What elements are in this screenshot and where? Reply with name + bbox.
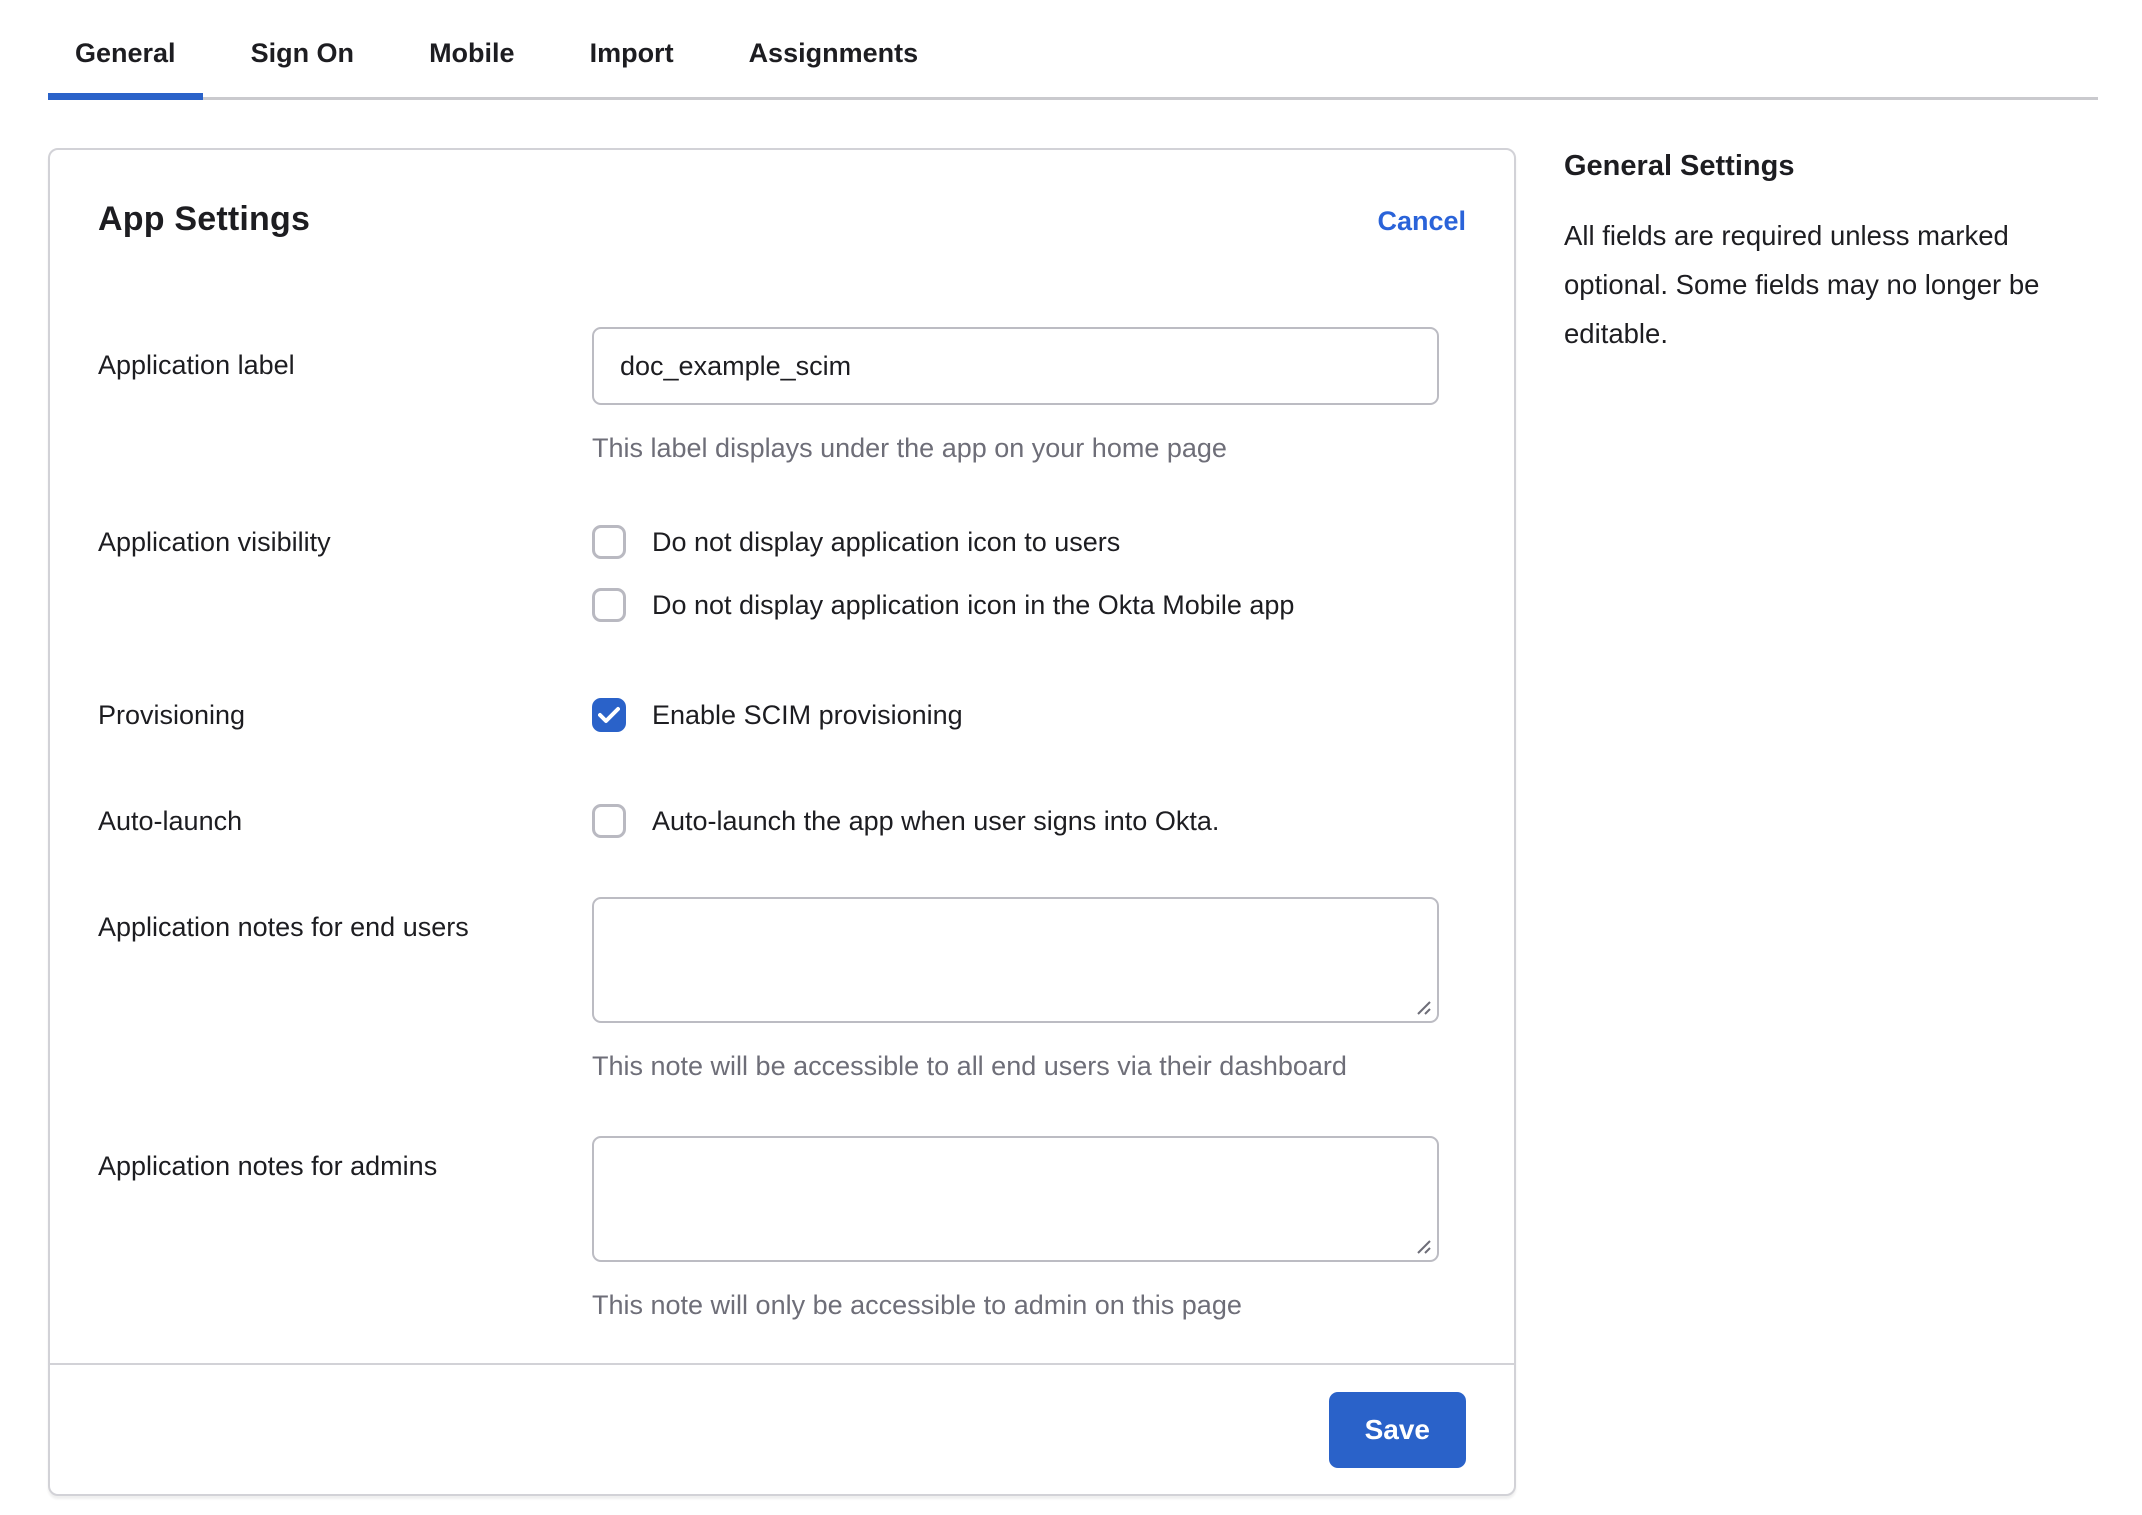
application-label-label: Application label — [98, 327, 592, 403]
tab-import[interactable]: Import — [563, 38, 701, 97]
notes-admins-helper: This note will only be accessible to adm… — [592, 1289, 1439, 1321]
card-body: Application label This label displays un… — [50, 327, 1514, 1321]
checkbox-checked-icon[interactable] — [592, 698, 626, 732]
notes-end-users-textarea[interactable] — [592, 897, 1439, 1023]
checkbox-unchecked-icon[interactable] — [592, 525, 626, 559]
application-visibility-label: Application visibility — [98, 524, 592, 560]
check-icon — [598, 706, 620, 724]
form-row-notes-end-users: Application notes for end users This not… — [98, 897, 1466, 1082]
form-row-auto-launch: Auto-launch Auto-launch the app when use… — [98, 803, 1466, 839]
checkbox-label: Do not display application icon in the O… — [652, 587, 1294, 623]
card-header: App Settings Cancel — [50, 150, 1514, 239]
general-settings-help-panel: General Settings All fields are required… — [1564, 148, 2098, 358]
card-title: App Settings — [98, 200, 310, 239]
checkbox-enable-scim[interactable]: Enable SCIM provisioning — [592, 697, 1439, 733]
checkbox-hide-icon-mobile[interactable]: Do not display application icon in the O… — [592, 587, 1439, 623]
notes-end-users-helper: This note will be accessible to all end … — [592, 1050, 1439, 1082]
form-row-application-label: Application label This label displays un… — [98, 327, 1466, 464]
help-panel-title: General Settings — [1564, 150, 2098, 183]
tab-mobile[interactable]: Mobile — [402, 38, 542, 97]
resize-handle-icon[interactable] — [1414, 998, 1432, 1016]
tab-assignments[interactable]: Assignments — [722, 38, 946, 97]
save-button[interactable]: Save — [1329, 1392, 1466, 1468]
help-panel-description: All fields are required unless marked op… — [1564, 211, 2098, 358]
notes-end-users-label: Application notes for end users — [98, 897, 592, 947]
checkbox-label: Enable SCIM provisioning — [652, 697, 963, 733]
form-row-application-visibility: Application visibility Do not display ap… — [98, 524, 1466, 623]
auto-launch-label: Auto-launch — [98, 803, 592, 839]
card-footer: Save — [50, 1363, 1514, 1494]
resize-handle-icon[interactable] — [1414, 1237, 1432, 1255]
checkbox-unchecked-icon[interactable] — [592, 588, 626, 622]
tab-bar: General Sign On Mobile Import Assignment… — [48, 0, 2098, 100]
checkbox-auto-launch[interactable]: Auto-launch the app when user signs into… — [592, 803, 1439, 839]
tab-sign-on[interactable]: Sign On — [224, 38, 382, 97]
application-label-input[interactable] — [592, 327, 1439, 405]
app-settings-card: App Settings Cancel Application label Th… — [48, 148, 1516, 1496]
tab-general[interactable]: General — [48, 38, 203, 97]
provisioning-label: Provisioning — [98, 697, 592, 733]
application-label-helper: This label displays under the app on you… — [592, 432, 1439, 464]
form-row-provisioning: Provisioning Enable SCIM provisioning — [98, 697, 1466, 733]
checkbox-label: Do not display application icon to users — [652, 524, 1120, 560]
checkbox-label: Auto-launch the app when user signs into… — [652, 803, 1219, 839]
checkbox-hide-icon-users[interactable]: Do not display application icon to users — [592, 524, 1439, 560]
cancel-link[interactable]: Cancel — [1377, 206, 1466, 237]
form-row-notes-admins: Application notes for admins This note w… — [98, 1136, 1466, 1321]
page-content: App Settings Cancel Application label Th… — [0, 100, 2142, 1496]
notes-admins-label: Application notes for admins — [98, 1136, 592, 1186]
notes-admins-textarea[interactable] — [592, 1136, 1439, 1262]
checkbox-unchecked-icon[interactable] — [592, 804, 626, 838]
